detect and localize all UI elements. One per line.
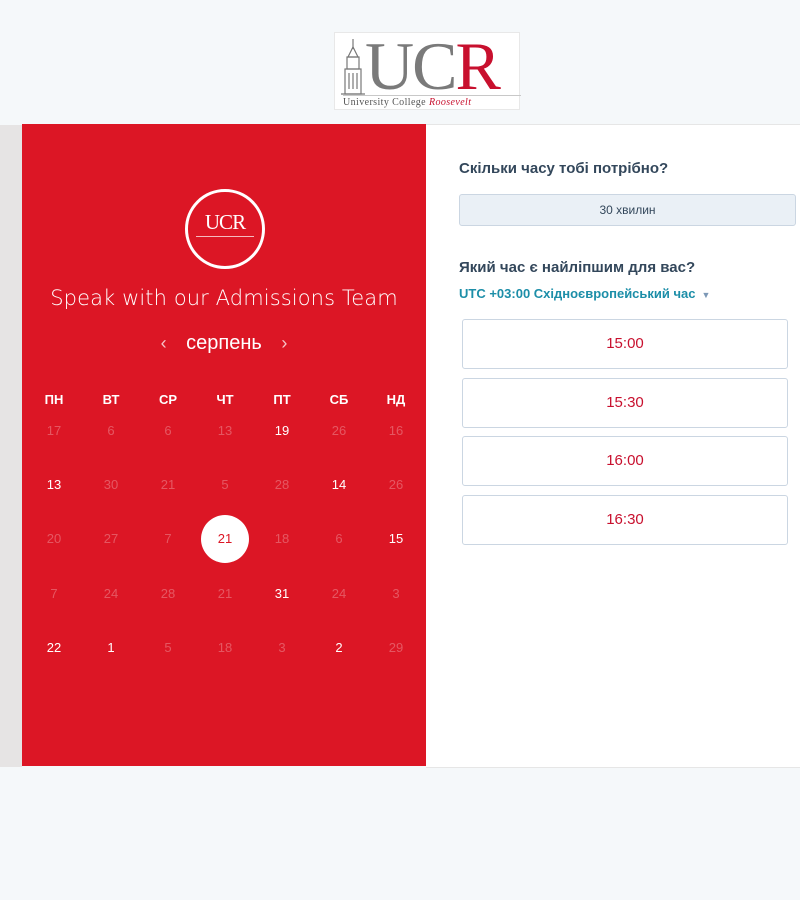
calendar-day[interactable]: 14 — [315, 461, 363, 509]
weekday-label: ВТ — [102, 392, 120, 407]
calendar-day: 24 — [331, 586, 347, 601]
circle-logo: UCR — [185, 189, 265, 269]
time-slot-button[interactable]: 16:30 — [462, 494, 788, 545]
time-slot-button[interactable]: 15:30 — [462, 377, 788, 428]
calendar-day: 6 — [164, 423, 172, 438]
calendar-day: 26 — [331, 423, 347, 438]
calendar-day[interactable]: 31 — [258, 570, 306, 618]
calendar-day: 20 — [46, 531, 62, 546]
weekday-label: СР — [158, 392, 178, 407]
time-slot-button[interactable]: 15:00 — [462, 319, 788, 369]
weekday-label: СБ — [329, 392, 349, 407]
calendar-day: 17 — [46, 423, 62, 438]
calendar-day[interactable]: 22 — [30, 624, 78, 672]
calendar-panel: UCR Speak with our Admissions Team ‹ сер… — [22, 124, 426, 766]
calendar-day: 13 — [217, 423, 233, 438]
ucr-logo: UCR University College Roosevelt — [334, 31, 521, 110]
calendar-day[interactable]: 1 — [87, 624, 135, 672]
prev-month-icon[interactable]: ‹ — [153, 333, 175, 354]
calendar-day: 26 — [388, 477, 404, 492]
card-shadow — [0, 125, 22, 767]
calendar-day: 29 — [388, 640, 404, 655]
calendar-day[interactable]: 15 — [372, 515, 420, 563]
calendar-day: 7 — [164, 531, 172, 546]
calendar-day[interactable]: 19 — [258, 407, 306, 455]
calendar-day: 6 — [335, 531, 343, 546]
duration-question: Скільки часу тобі потрібно? — [459, 160, 669, 177]
calendar-day[interactable]: 2 — [315, 624, 363, 672]
calendar-day: 7 — [50, 586, 58, 601]
time-slot-button[interactable]: 16:00 — [462, 436, 788, 486]
calendar-day: 21 — [217, 586, 233, 601]
calendar-day: 27 — [103, 531, 119, 546]
month-navigation: ‹ серпень › — [22, 332, 426, 355]
caret-down-icon: ▼ — [701, 290, 711, 300]
calendar-day: 6 — [107, 423, 115, 438]
weekday-label: ПН — [44, 392, 64, 407]
calendar-day: 5 — [221, 477, 229, 492]
calendar-day: 18 — [274, 531, 290, 546]
calendar-day: 18 — [217, 640, 233, 655]
calendar-day-selected[interactable]: 21 — [201, 515, 249, 563]
weekday-label: ЧТ — [216, 392, 234, 407]
timezone-dropdown[interactable]: UTC +03:00 Східноєвропейський час ▼ — [459, 286, 710, 301]
time-question: Який час є найліпшим для вас? — [459, 259, 696, 276]
calendar-day: 21 — [160, 477, 176, 492]
calendar-day: 30 — [103, 477, 119, 492]
weekday-label: ПТ — [273, 392, 291, 407]
options-panel: Скільки часу тобі потрібно? 30 хвилин Як… — [426, 124, 800, 768]
calendar-day: 16 — [388, 423, 404, 438]
timezone-label: UTC +03:00 Східноєвропейський час — [459, 286, 696, 301]
calendar-day: 28 — [160, 586, 176, 601]
calendar-day: 3 — [278, 640, 286, 655]
calendar-day: 3 — [392, 586, 400, 601]
duration-selector[interactable]: 30 хвилин — [459, 194, 796, 226]
weekday-label: НД — [386, 392, 406, 407]
calendar-day: 28 — [274, 477, 290, 492]
calendar-day[interactable]: 13 — [30, 461, 78, 509]
calendar-day: 5 — [164, 640, 172, 655]
calendar-day: 24 — [103, 586, 119, 601]
time-slot-list: 15:00 15:30 16:00 16:30 — [462, 319, 788, 553]
next-month-icon[interactable]: › — [273, 333, 295, 354]
month-label: серпень — [186, 332, 262, 354]
tower-icon — [341, 39, 365, 95]
page-title: Speak with our Admissions Team — [50, 286, 398, 310]
